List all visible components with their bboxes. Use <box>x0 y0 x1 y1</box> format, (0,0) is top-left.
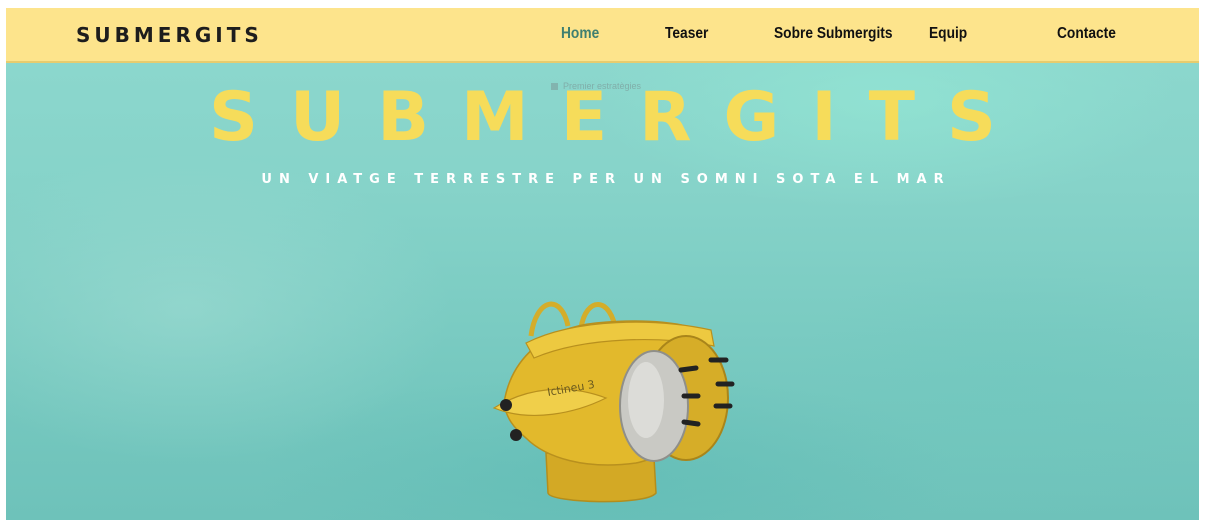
hero-title: SUBMERGITS <box>209 78 1028 157</box>
submarine-front-light <box>500 399 512 411</box>
page: SUBMERGITS Home Teaser Sobre Submergits … <box>6 8 1199 520</box>
hero-subtitle: UN VIATGE TERRESTRE PER UN SOMNI SOTA EL… <box>261 172 951 187</box>
nav-contacte[interactable]: Contacte <box>1057 25 1116 43</box>
nav-equip[interactable]: Equip <box>929 25 967 43</box>
submarine-lower-light <box>510 429 522 441</box>
nav-sobre-submergits[interactable]: Sobre Submergits <box>774 25 893 43</box>
top-navbar: SUBMERGITS Home Teaser Sobre Submergits … <box>6 8 1199 63</box>
nav-home[interactable]: Home <box>561 25 599 43</box>
site-logo[interactable]: SUBMERGITS <box>76 23 263 47</box>
submarine-porthole-glare <box>628 362 664 438</box>
nav-teaser[interactable]: Teaser <box>665 25 708 43</box>
submarine-illustration: Ictineu 3 <box>492 301 735 503</box>
